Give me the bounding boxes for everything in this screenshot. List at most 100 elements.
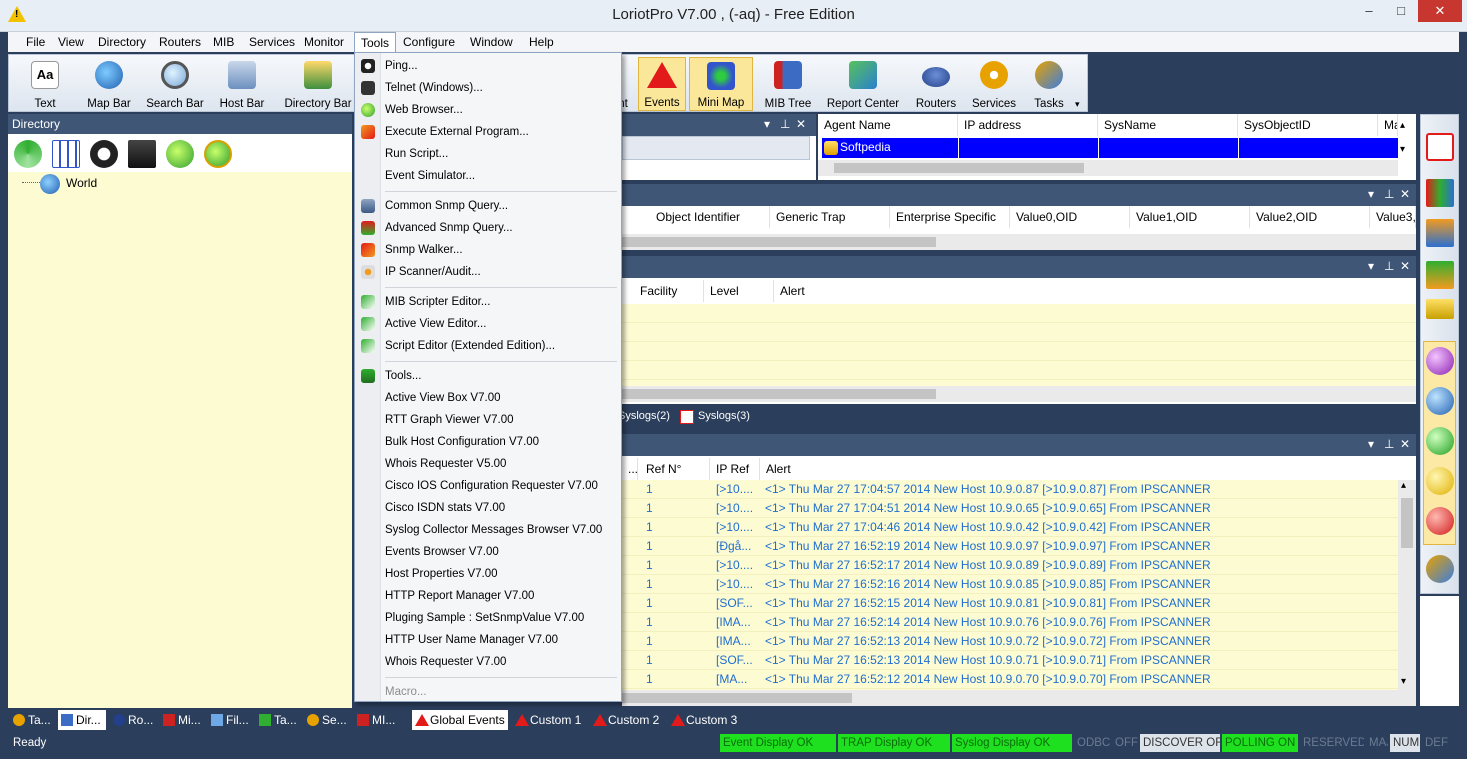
add-host-icon[interactable] <box>1426 133 1454 161</box>
text-button[interactable]: Aa Text <box>23 57 67 111</box>
panel-menu-icon[interactable]: ▾ <box>1368 259 1374 273</box>
col-ref-no[interactable]: Ref N° <box>640 458 710 480</box>
menu-item-advanced-snmp[interactable]: Advanced Snmp Query... <box>385 217 513 239</box>
menu-item-snmp-walker[interactable]: Snmp Walker... <box>385 239 463 261</box>
menu-help[interactable]: Help <box>523 32 560 52</box>
menu-item-host-properties[interactable]: Host Properties V7.00 <box>385 563 498 585</box>
menu-configure[interactable]: Configure <box>397 32 461 52</box>
menu-item-active-view-box[interactable]: Active View Box V7.00 <box>385 387 501 409</box>
events-vscroll[interactable]: ▴ ▾ <box>1398 480 1416 690</box>
minimize-button[interactable]: – <box>1354 0 1384 22</box>
col-value1[interactable]: Value1,OID <box>1130 206 1250 228</box>
blue-status-icon[interactable] <box>1426 387 1454 415</box>
yellow-status-icon[interactable] <box>1426 467 1454 495</box>
tree-view-icon[interactable] <box>1426 261 1454 289</box>
red-status-icon[interactable] <box>1426 507 1454 535</box>
tasks-button[interactable]: Tasks <box>1027 57 1071 111</box>
services-button[interactable]: Services <box>967 57 1021 111</box>
events-hscroll[interactable] <box>622 690 1416 706</box>
col-agent-name[interactable]: Agent Name <box>818 114 958 136</box>
menu-item-whois-v5[interactable]: Whois Requester V5.00 <box>385 453 506 475</box>
col-alert[interactable]: Alert <box>760 458 1396 480</box>
menu-monitor[interactable]: Monitor <box>298 32 350 52</box>
report-center-button[interactable]: Report Center <box>823 57 903 111</box>
tab-tasks-2[interactable]: Ta... <box>256 710 300 730</box>
directory-bar-button[interactable]: Directory Bar <box>279 57 357 111</box>
col-facility[interactable]: Facility <box>634 280 704 302</box>
panel-menu-icon[interactable]: ▾ <box>764 117 770 131</box>
menu-item-events-browser[interactable]: Events Browser V7.00 <box>385 541 499 563</box>
menu-item-tools[interactable]: Tools... <box>385 365 421 387</box>
tab-mib[interactable]: Mi... <box>160 710 204 730</box>
menu-directory[interactable]: Directory <box>92 32 152 52</box>
menu-item-rtt-graph[interactable]: RTT Graph Viewer V7.00 <box>385 409 513 431</box>
panel-close-icon[interactable]: ✕ <box>1400 187 1410 201</box>
mib-tree-button[interactable]: MIB Tree <box>759 57 817 111</box>
search-bar-button[interactable]: Search Bar <box>143 57 207 111</box>
col-ip-ref[interactable]: IP Ref <box>710 458 760 480</box>
menu-item-ping[interactable]: Ping... <box>385 55 418 77</box>
menu-item-run-script[interactable]: Run Script... <box>385 143 448 165</box>
tab-filter[interactable]: Fil... <box>208 710 252 730</box>
col-ma[interactable]: Ma <box>1378 114 1398 136</box>
col-sysobjectid[interactable]: SysObjectID <box>1238 114 1378 136</box>
pin-icon[interactable]: ⊥ <box>1384 259 1394 273</box>
gauge-icon[interactable] <box>90 140 118 168</box>
col-generic-trap[interactable]: Generic Trap <box>770 206 890 228</box>
menu-routers[interactable]: Routers <box>153 32 207 52</box>
menu-item-http-user-name[interactable]: HTTP User Name Manager V7.00 <box>385 629 558 651</box>
green-status-icon[interactable] <box>1426 427 1454 455</box>
menu-item-cisco-isdn[interactable]: Cisco ISDN stats V7.00 <box>385 497 505 519</box>
mini-map-button[interactable]: Mini Map <box>689 57 753 111</box>
host-bar-button[interactable]: Host Bar <box>215 57 269 111</box>
routers-button[interactable]: Routers <box>911 57 961 111</box>
pin-icon[interactable]: ⊥ <box>1384 187 1394 201</box>
menu-item-syslog-browser[interactable]: Syslog Collector Messages Browser V7.00 <box>385 519 602 541</box>
map-bar-button[interactable]: Map Bar <box>81 57 137 111</box>
monitor-icon[interactable] <box>128 140 156 168</box>
agents-hscroll[interactable] <box>818 160 1398 176</box>
col-ip-address[interactable]: IP address <box>958 114 1098 136</box>
connector-icon[interactable] <box>1426 299 1454 319</box>
tab-syslogs-2[interactable]: Syslogs(2) <box>618 410 670 422</box>
panel-close-icon[interactable]: ✕ <box>796 117 806 131</box>
col-value0[interactable]: Value0,OID <box>1010 206 1130 228</box>
col-alert[interactable]: Alert <box>774 280 1414 302</box>
traps-hscroll[interactable] <box>622 234 1416 250</box>
scroll-thumb[interactable] <box>1401 498 1413 548</box>
syslog-hscroll[interactable] <box>622 386 1416 402</box>
menu-tools[interactable]: Tools <box>354 32 397 53</box>
menu-item-bulk-host[interactable]: Bulk Host Configuration V7.00 <box>385 431 539 453</box>
tab-tasks[interactable]: Ta... <box>10 710 54 730</box>
menu-item-event-simulator[interactable]: Event Simulator... <box>385 165 475 187</box>
menu-item-telnet[interactable]: Telnet (Windows)... <box>385 77 483 99</box>
tab-services[interactable]: Se... <box>304 710 350 730</box>
agent-row-selected[interactable]: Softpedia <box>822 138 1398 158</box>
menu-item-pluging-sample[interactable]: Pluging Sample : SetSnmpValue V7.00 <box>385 607 584 629</box>
menu-item-active-view-editor[interactable]: Active View Editor... <box>385 313 486 335</box>
checklist-icon[interactable] <box>52 140 80 168</box>
tab-mi[interactable]: MI... <box>354 710 398 730</box>
col-enterprise-specific[interactable]: Enterprise Specific <box>890 206 1010 228</box>
menu-item-execute-external[interactable]: Execute External Program... <box>385 121 529 143</box>
scroll-down-icon[interactable]: ▾ <box>1401 676 1406 687</box>
menu-window[interactable]: Window <box>464 32 519 52</box>
hierarchy-icon[interactable] <box>1426 219 1454 247</box>
menu-item-web-browser[interactable]: Web Browser... <box>385 99 463 121</box>
events-button[interactable]: Events <box>638 57 686 111</box>
col-value3[interactable]: Value3,O <box>1370 206 1416 228</box>
toolbar-overflow-icon[interactable]: ▾ <box>1075 99 1080 110</box>
menu-services[interactable]: Services <box>243 32 301 52</box>
menu-item-script-editor[interactable]: Script Editor (Extended Edition)... <box>385 335 555 357</box>
menu-item-mib-scripter[interactable]: MIB Scripter Editor... <box>385 291 490 313</box>
menu-item-cisco-ios[interactable]: Cisco IOS Configuration Requester V7.00 <box>385 475 598 497</box>
close-button[interactable]: ✕ <box>1418 0 1462 22</box>
tab-custom-1[interactable]: Custom 1 <box>512 710 586 730</box>
pin-icon[interactable]: ⊥ <box>780 117 790 131</box>
agent-filter-box[interactable] <box>622 136 810 160</box>
menu-item-common-snmp[interactable]: Common Snmp Query... <box>385 195 508 217</box>
tab-custom-2[interactable]: Custom 2 <box>590 710 664 730</box>
col-level[interactable]: Level <box>704 280 774 302</box>
panel-close-icon[interactable]: ✕ <box>1400 259 1410 273</box>
flags-icon[interactable] <box>1426 179 1454 207</box>
